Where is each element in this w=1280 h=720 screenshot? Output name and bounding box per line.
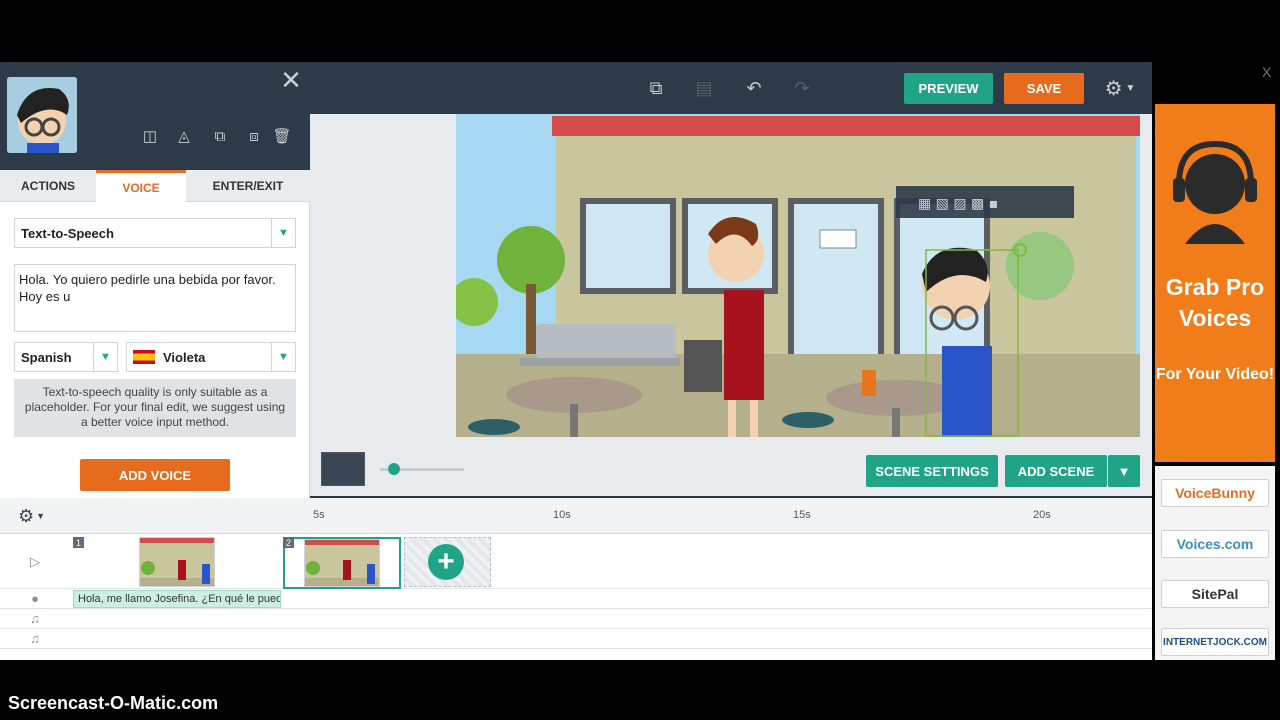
zoom-slider-handle[interactable] <box>388 463 400 475</box>
flip-horizontal-icon[interactable]: ◫ <box>138 124 162 148</box>
redo-icon[interactable]: ↷ <box>782 68 822 108</box>
chevron-down-icon: ▼ <box>271 343 295 371</box>
panel-tabs: ACTIONS VOICE ENTER/EXIT <box>0 170 310 202</box>
tts-text-input[interactable]: Hola. Yo quiero pedirle una bebida por f… <box>14 264 296 332</box>
voices-com-logo[interactable]: Voices.com <box>1161 530 1269 558</box>
voicebunny-logo[interactable]: VoiceBunny <box>1161 479 1269 507</box>
row-divider <box>0 608 1152 609</box>
row-divider <box>0 648 1152 649</box>
camera-icon: ▷ <box>30 554 40 569</box>
voice-clip[interactable]: Hola, me llamo Josefina. ¿En qué le pued… <box>73 590 281 608</box>
add-voice-button[interactable]: ADD VOICE <box>80 459 230 491</box>
chevron-down-icon: ▼ <box>271 219 295 247</box>
scene-thumbnail[interactable] <box>304 539 380 587</box>
add-scene-button[interactable]: ADD SCENE <box>1005 455 1107 487</box>
headset-person-icon <box>1173 140 1257 244</box>
avatar-illustration <box>7 77 77 153</box>
svg-text:▦ ▧ ▨ ▩ ▪: ▦ ▧ ▨ ▩ ▪ <box>918 196 998 212</box>
bring-forward-icon[interactable]: ⧉ <box>208 124 232 148</box>
tab-enter-exit[interactable]: ENTER/EXIT <box>186 170 310 202</box>
scene-settings-button[interactable]: SCENE SETTINGS <box>866 455 998 487</box>
tick-label: 15s <box>793 509 811 521</box>
scene-number-badge: 2 <box>283 537 294 548</box>
scene-thumbnail[interactable] <box>139 537 215 587</box>
tick-label: 5s <box>313 509 325 521</box>
character-avatar[interactable] <box>7 77 77 153</box>
chevron-down-icon: ▼ <box>93 343 117 371</box>
voice-select[interactable]: Violeta ▼ <box>126 342 296 372</box>
tick-label: 10s <box>553 509 571 521</box>
voice-method-select[interactable]: Text-to-Speech ▼ <box>14 218 296 248</box>
timeline-ruler <box>0 498 1152 534</box>
scene-thumbnail-image <box>305 540 379 586</box>
sitepal-logo[interactable]: SitePal <box>1161 580 1269 608</box>
top-black-bar <box>0 0 1280 62</box>
tab-actions[interactable]: ACTIONS <box>0 170 96 202</box>
tab-voice[interactable]: VOICE <box>96 170 186 202</box>
copy-icon[interactable]: ⧉ <box>636 68 676 108</box>
ad-subline: For Your Video! <box>1155 366 1275 383</box>
voice-method-value: Text-to-Speech <box>21 225 114 241</box>
internetjock-logo[interactable]: INTERNETJOCK.COM <box>1161 628 1269 656</box>
close-panel-icon[interactable]: ✕ <box>278 65 304 95</box>
screencast-watermark: Screencast-O-Matic.com <box>8 693 219 713</box>
timeline-gear-icon[interactable]: ⚙ ▼ <box>18 504 50 528</box>
ad-headline: Grab Pro Voices <box>1165 274 1265 331</box>
voice-name-value: Violeta <box>163 349 206 365</box>
microphone-icon: ● <box>31 591 39 606</box>
flip-vertical-icon[interactable]: ◬ <box>172 124 196 148</box>
scene-number-badge: 1 <box>73 537 84 548</box>
music-note-icon: ♫ <box>30 631 40 646</box>
plus-icon[interactable]: + <box>428 544 464 580</box>
save-button[interactable]: SAVE <box>1004 73 1084 104</box>
scene-thumbnail-toggle-icon[interactable] <box>321 452 365 486</box>
duplicate-icon[interactable]: ⧈ <box>242 124 266 148</box>
tts-quality-note: Text-to-speech quality is only suitable … <box>14 379 296 437</box>
scene-canvas[interactable]: ▦ ▧ ▨ ▩ ▪ <box>456 114 1140 437</box>
row-divider <box>0 628 1152 629</box>
ad-close-icon[interactable]: X <box>1262 64 1276 80</box>
music-note-icon: ♫ <box>30 611 40 626</box>
language-select[interactable]: Spanish ▼ <box>14 342 118 372</box>
scene-illustration: ▦ ▧ ▨ ▩ ▪ <box>456 114 1140 437</box>
spain-flag-icon <box>133 350 155 364</box>
settings-gear-icon[interactable]: ⚙ ▼ <box>1100 73 1140 104</box>
trash-icon[interactable]: 🗑 <box>270 124 294 148</box>
paste-icon[interactable]: ▤ <box>684 68 724 108</box>
scene-thumbnail-image <box>140 538 214 586</box>
tick-label: 20s <box>1033 509 1051 521</box>
preview-button[interactable]: PREVIEW <box>904 73 993 104</box>
undo-icon[interactable]: ↶ <box>734 68 774 108</box>
add-scene-dropdown-icon[interactable]: ▼ <box>1108 455 1140 487</box>
row-divider <box>0 588 1152 589</box>
language-value: Spanish <box>21 349 72 365</box>
